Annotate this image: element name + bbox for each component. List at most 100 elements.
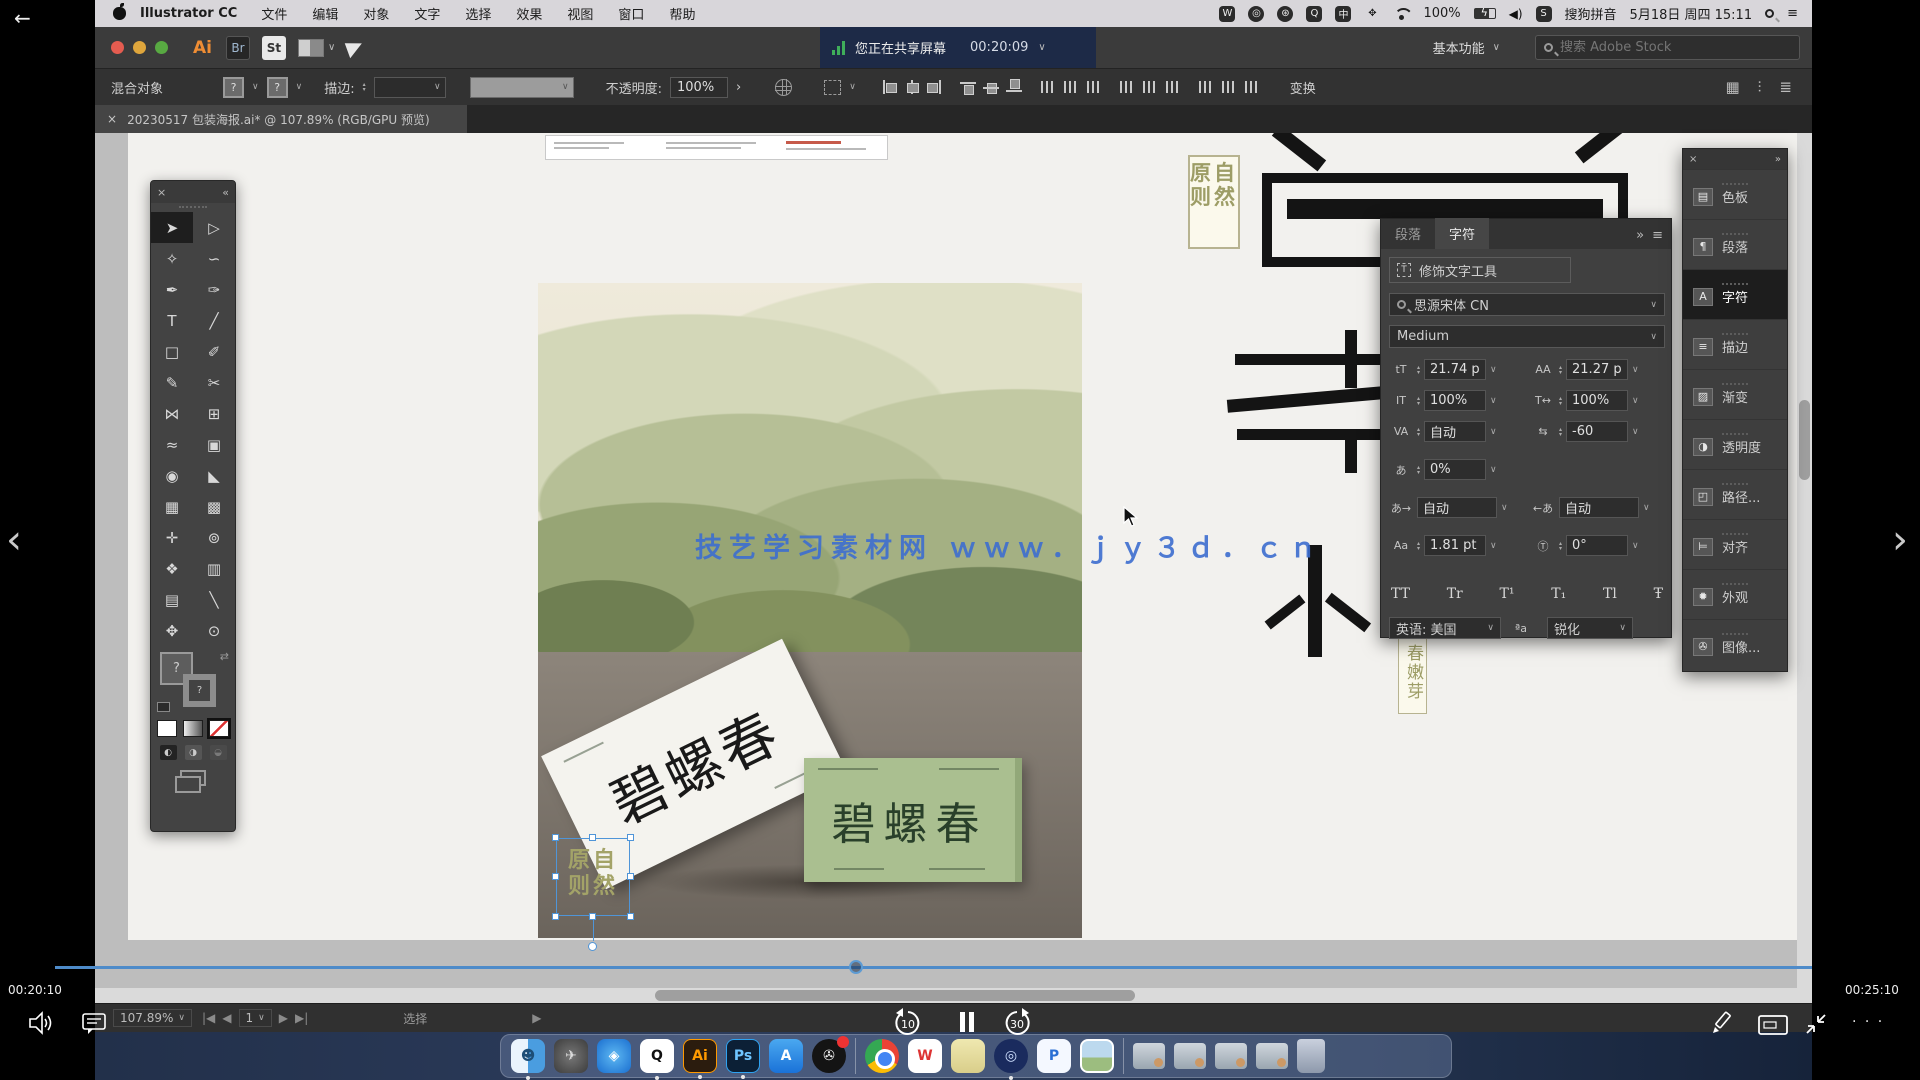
ime-status-icon[interactable]: 中 bbox=[1335, 6, 1351, 22]
zoom-level-select[interactable]: 107.89% ∨ bbox=[113, 1009, 192, 1027]
remark-button[interactable] bbox=[1758, 1015, 1788, 1039]
color-button[interactable] bbox=[157, 720, 177, 737]
horizontal-scale-stepper[interactable]: ▴▾ bbox=[1559, 396, 1562, 406]
menu-view[interactable]: 视图 bbox=[567, 4, 593, 23]
stock-search-input[interactable] bbox=[1560, 40, 1760, 55]
tool-column-graph[interactable]: ▥ bbox=[193, 553, 235, 584]
dock-item-transparency[interactable]: ◑透明度 bbox=[1683, 419, 1787, 469]
tool-shape-builder[interactable]: ◉ bbox=[151, 460, 193, 491]
wps-status-icon[interactable]: W bbox=[1219, 6, 1235, 22]
dock-meeting-app[interactable]: ◎ bbox=[994, 1039, 1028, 1073]
menu-object[interactable]: 对象 bbox=[363, 4, 389, 23]
dock-app-store[interactable]: A bbox=[769, 1039, 803, 1073]
proportional-spacing-stepper[interactable]: ▴▾ bbox=[1417, 465, 1420, 475]
exit-fullscreen-button[interactable] bbox=[1804, 1012, 1828, 1040]
selection-handle[interactable] bbox=[627, 873, 634, 880]
character-rotation-stepper[interactable]: ▴▾ bbox=[1559, 541, 1562, 551]
back-button[interactable]: ← bbox=[14, 6, 31, 30]
selection-handle[interactable] bbox=[589, 834, 596, 841]
tool-line-segment[interactable]: ╱ bbox=[193, 305, 235, 336]
app-menu[interactable]: Illustrator CC bbox=[140, 6, 237, 21]
tool-blend[interactable]: ⊚ bbox=[193, 522, 235, 553]
horizontal-scale-chevron[interactable]: ∨ bbox=[1632, 396, 1639, 406]
dock-item-swatches[interactable]: ▤色板 bbox=[1683, 169, 1787, 219]
kerning-chevron[interactable]: ∨ bbox=[1490, 427, 1497, 437]
dock-stickies[interactable] bbox=[951, 1039, 985, 1073]
dock-item-stroke[interactable]: ≡描边 bbox=[1683, 319, 1787, 369]
tab-character[interactable]: 字符 bbox=[1435, 218, 1489, 249]
dock-driver-app[interactable]: ✇ bbox=[812, 1039, 846, 1073]
align-bottom-button[interactable] bbox=[1005, 79, 1023, 95]
selection-handle[interactable] bbox=[627, 834, 634, 841]
underline-button[interactable]: Tl bbox=[1603, 586, 1617, 602]
menubar-datetime[interactable]: 5月18日 周四 15:11 bbox=[1630, 4, 1753, 23]
insert-space-left-value[interactable]: 自动 bbox=[1417, 497, 1497, 518]
share-banner-chevron[interactable]: ∨ bbox=[1038, 42, 1045, 53]
baseline-shift-value[interactable]: 1.81 pt bbox=[1424, 535, 1486, 556]
tool-zoom[interactable]: ⊙ bbox=[193, 615, 235, 646]
workspace-switcher[interactable]: 基本功能 ∨ bbox=[1433, 27, 1512, 68]
menu-window[interactable]: 窗口 bbox=[618, 4, 644, 23]
vertical-scale-value[interactable]: 100% bbox=[1424, 390, 1486, 411]
selected-text-object[interactable]: 原自 则然 bbox=[556, 838, 630, 916]
window-minimize-button[interactable] bbox=[133, 41, 146, 54]
align-middle-button[interactable] bbox=[982, 79, 1000, 95]
superscript-button[interactable]: T¹ bbox=[1500, 586, 1515, 602]
small-caps-button[interactable]: Tr bbox=[1447, 586, 1463, 602]
tool-selection[interactable]: ➤ bbox=[151, 212, 193, 243]
tool-eyedropper[interactable]: ✛ bbox=[151, 522, 193, 553]
leading-chevron[interactable]: ∨ bbox=[1632, 365, 1639, 375]
menu-edit[interactable]: 编辑 bbox=[312, 4, 338, 23]
kerning-stepper[interactable]: ▴▾ bbox=[1417, 427, 1420, 437]
dock-item-align[interactable]: ⊨对齐 bbox=[1683, 519, 1787, 569]
fill-swatch[interactable]: ? bbox=[223, 77, 244, 98]
arrange-documents-icon[interactable] bbox=[298, 39, 324, 57]
kerning-value[interactable]: 自动 bbox=[1424, 421, 1486, 442]
share-app-icon[interactable] bbox=[345, 37, 366, 58]
vertical-scale-stepper[interactable]: ▴▾ bbox=[1417, 396, 1420, 406]
distribute-3-button[interactable] bbox=[1084, 79, 1102, 95]
tracking-stepper[interactable]: ▴▾ bbox=[1559, 427, 1562, 437]
screen-mode-button[interactable] bbox=[180, 770, 206, 786]
font-family-chevron[interactable]: ∨ bbox=[1650, 300, 1657, 310]
tools-collapse-icon[interactable]: « bbox=[222, 186, 229, 199]
dock-chrome[interactable] bbox=[865, 1039, 899, 1073]
default-fill-stroke-icon[interactable] bbox=[157, 702, 170, 712]
control-center-icon[interactable]: ≡ bbox=[1787, 6, 1798, 21]
tool-gradient[interactable]: ▩ bbox=[193, 491, 235, 522]
notes-pencil-button[interactable] bbox=[1710, 1010, 1736, 1040]
align-right-button[interactable] bbox=[926, 79, 944, 95]
insert-space-right-value[interactable]: 自动 bbox=[1559, 497, 1639, 518]
app-status-icon[interactable]: ◎ bbox=[1248, 6, 1264, 22]
ime-name[interactable]: 搜狗拼音 bbox=[1565, 4, 1617, 23]
anchor-point[interactable] bbox=[588, 942, 597, 951]
tracking-value[interactable]: -60 bbox=[1566, 421, 1628, 442]
dock-item-gradient[interactable]: ▨渐变 bbox=[1683, 369, 1787, 419]
document-tab[interactable]: × 20230517 包装海报.ai* @ 107.89% (RGB/GPU 预… bbox=[95, 105, 467, 133]
tool-scale[interactable]: ⊞ bbox=[193, 398, 235, 429]
stroke-chevron[interactable]: ∨ bbox=[296, 82, 303, 92]
dock-minimized-window[interactable] bbox=[1133, 1043, 1165, 1069]
grid-view-icon[interactable]: ▦ bbox=[1725, 78, 1739, 96]
tool-type[interactable]: T bbox=[151, 305, 193, 336]
tool-direct-selection[interactable]: ▷ bbox=[193, 212, 235, 243]
dock-item-paragraph[interactable]: ¶段落 bbox=[1683, 219, 1787, 269]
tool-free-transform[interactable]: ▣ bbox=[193, 429, 235, 460]
align-left-button[interactable] bbox=[880, 79, 898, 95]
next-video-button[interactable]: › bbox=[1892, 520, 1908, 560]
dock-item-character[interactable]: A字符 bbox=[1683, 269, 1787, 319]
tool-width[interactable]: ≈ bbox=[151, 429, 193, 460]
apple-menu-icon[interactable] bbox=[113, 7, 126, 20]
tracking-chevron[interactable]: ∨ bbox=[1632, 427, 1639, 437]
stroke-swatch[interactable]: ? bbox=[267, 77, 288, 98]
horizontal-scrollbar-thumb[interactable] bbox=[655, 990, 1135, 1001]
bridge-button[interactable]: Br bbox=[226, 36, 250, 60]
window-close-button[interactable] bbox=[111, 41, 124, 54]
volume-button[interactable] bbox=[28, 1010, 56, 1040]
horizontal-scrollbar[interactable] bbox=[95, 988, 1797, 1003]
timeline-handle[interactable] bbox=[849, 960, 863, 974]
qq-status-icon[interactable]: Q bbox=[1306, 6, 1322, 22]
leading-value[interactable]: 21.27 p bbox=[1566, 359, 1628, 380]
menu-effect[interactable]: 效果 bbox=[516, 4, 542, 23]
dock-collapse-icon[interactable]: » bbox=[1775, 154, 1781, 165]
